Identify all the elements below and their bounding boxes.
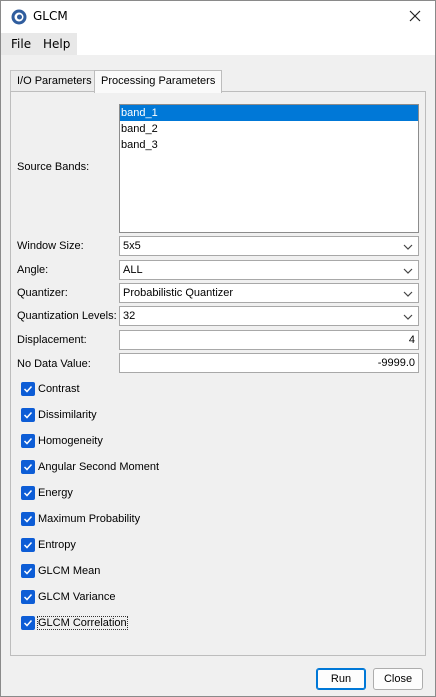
- chevron-down-icon: [401, 240, 415, 254]
- checkmark-icon: [21, 486, 35, 500]
- checkmark-icon: [21, 382, 35, 396]
- displacement-field[interactable]: 4: [119, 330, 419, 350]
- maximum-probability-checkbox[interactable]: Maximum Probability: [21, 511, 140, 527]
- glcm-correlation-label: GLCM Correlation: [37, 616, 128, 630]
- chevron-down-icon: [401, 287, 415, 301]
- list-item[interactable]: band_1: [120, 105, 418, 121]
- displacement-value: 4: [408, 334, 415, 346]
- checkmark-icon: [21, 616, 35, 630]
- checkmark-icon: [21, 564, 35, 578]
- no-data-value-label: No Data Value:: [17, 358, 91, 370]
- snap-app-icon: [11, 9, 27, 25]
- angle-value: ALL: [123, 264, 143, 276]
- source-bands-label: Source Bands:: [17, 161, 90, 173]
- contrast-label: Contrast: [38, 383, 80, 395]
- source-bands-list[interactable]: band_1 band_2 band_3: [119, 104, 419, 233]
- chevron-down-icon: [401, 310, 415, 324]
- angle-label: Angle:: [17, 264, 49, 276]
- close-button[interactable]: Close: [373, 668, 423, 690]
- homogeneity-label: Homogeneity: [38, 435, 103, 447]
- checkmark-icon: [21, 434, 35, 448]
- no-data-value-value: -9999.0: [377, 357, 415, 369]
- checkmark-icon: [21, 460, 35, 474]
- window-title: GLCM: [33, 9, 68, 23]
- entropy-checkbox[interactable]: Entropy: [21, 537, 76, 553]
- entropy-label: Entropy: [38, 539, 76, 551]
- quantization-levels-value: 32: [123, 310, 136, 322]
- quantization-levels-select[interactable]: 32: [119, 306, 419, 326]
- homogeneity-checkbox[interactable]: Homogeneity: [21, 433, 103, 449]
- no-data-value-field[interactable]: -9999.0: [119, 353, 419, 373]
- window-size-value: 5x5: [123, 240, 141, 252]
- checkmark-icon: [21, 538, 35, 552]
- glcm-variance-checkbox[interactable]: GLCM Variance: [21, 589, 115, 605]
- glcm-variance-label: GLCM Variance: [38, 591, 116, 603]
- run-button[interactable]: Run: [316, 668, 366, 690]
- dissimilarity-checkbox[interactable]: Dissimilarity: [21, 407, 97, 423]
- quantization-levels-label: Quantization Levels:: [17, 310, 117, 322]
- displacement-label: Displacement:: [17, 334, 87, 346]
- glcm-correlation-checkbox[interactable]: GLCM Correlation: [21, 615, 128, 631]
- list-item[interactable]: band_2: [120, 121, 418, 137]
- menu-file[interactable]: File: [7, 33, 35, 55]
- list-item[interactable]: band_3: [120, 137, 418, 153]
- menu-help[interactable]: Help: [39, 33, 74, 55]
- tab-processing-parameters[interactable]: Processing Parameters: [94, 70, 223, 93]
- glcm-mean-label: GLCM Mean: [38, 565, 101, 577]
- close-window-button[interactable]: [395, 1, 435, 33]
- menu-bar: File Help: [1, 33, 435, 55]
- quantizer-value: Probabilistic Quantizer: [123, 287, 234, 299]
- maximum-probability-label: Maximum Probability: [38, 513, 141, 525]
- angular-second-moment-checkbox[interactable]: Angular Second Moment: [21, 459, 159, 475]
- angular-second-moment-label: Angular Second Moment: [38, 461, 160, 473]
- angle-select[interactable]: ALL: [119, 260, 419, 280]
- window-size-label: Window Size:: [17, 240, 84, 252]
- checkmark-icon: [21, 408, 35, 422]
- quantizer-select[interactable]: Probabilistic Quantizer: [119, 283, 419, 303]
- tab-io-parameters[interactable]: I/O Parameters: [10, 70, 99, 92]
- chevron-down-icon: [401, 264, 415, 278]
- checkmark-icon: [21, 590, 35, 604]
- window-size-select[interactable]: 5x5: [119, 236, 419, 256]
- quantizer-label: Quantizer:: [17, 287, 68, 299]
- dissimilarity-label: Dissimilarity: [38, 409, 97, 421]
- title-bar: GLCM: [1, 1, 435, 33]
- close-icon: [409, 10, 421, 25]
- checkmark-icon: [21, 512, 35, 526]
- glcm-mean-checkbox[interactable]: GLCM Mean: [21, 563, 100, 579]
- contrast-checkbox[interactable]: Contrast: [21, 381, 80, 397]
- energy-label: Energy: [38, 487, 73, 499]
- glcm-dialog: GLCM File Help I/O Parameters Processing…: [0, 0, 436, 697]
- energy-checkbox[interactable]: Energy: [21, 485, 73, 501]
